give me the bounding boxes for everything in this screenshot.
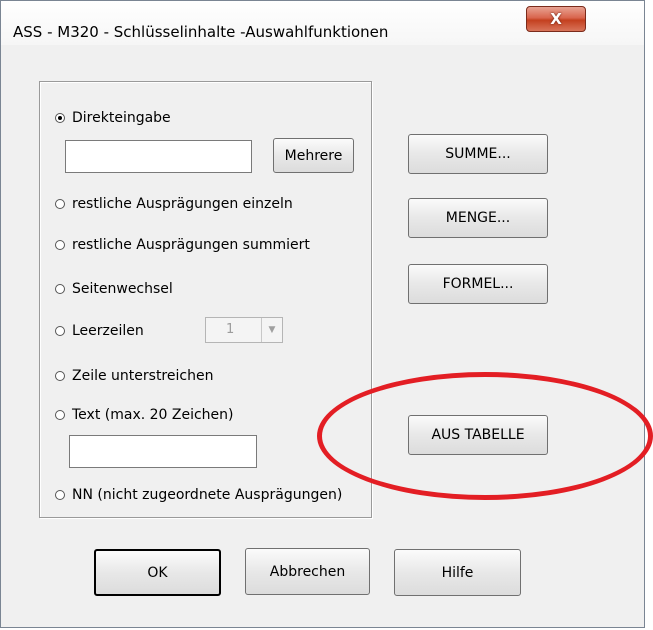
close-button[interactable]: X xyxy=(526,6,586,32)
radio-label: NN (nicht zugeordnete Ausprägungen) xyxy=(72,487,343,503)
abbrechen-button[interactable]: Abbrechen xyxy=(245,548,370,595)
radio-unterstreichen[interactable]: Zeile unterstreichen xyxy=(55,368,213,384)
radio-label: Leerzeilen xyxy=(72,323,144,339)
aus-tabelle-button[interactable]: AUS TABELLE xyxy=(408,415,548,455)
radio-unchecked-icon xyxy=(55,326,65,336)
ok-button[interactable]: OK xyxy=(94,549,221,596)
radio-unchecked-icon xyxy=(55,490,65,500)
close-icon: X xyxy=(550,10,562,28)
radio-direkteingabe[interactable]: Direkteingabe xyxy=(55,110,171,126)
radio-label: Zeile unterstreichen xyxy=(72,368,214,384)
radio-summiert[interactable]: restliche Ausprägungen summiert xyxy=(55,237,310,253)
mehrere-button[interactable]: Mehrere xyxy=(273,138,354,173)
radio-einzeln[interactable]: restliche Ausprägungen einzeln xyxy=(55,196,293,212)
dialog-window: ASS - M320 - Schlüsselinhalte -Auswahlfu… xyxy=(0,0,645,628)
radio-seitenwechsel[interactable]: Seitenwechsel xyxy=(55,281,173,297)
radio-label: Text (max. 20 Zeichen) xyxy=(72,407,234,423)
title-bar[interactable]: ASS - M320 - Schlüsselinhalte -Auswahlfu… xyxy=(1,1,644,45)
formel-button[interactable]: FORMEL... xyxy=(408,264,548,304)
radio-unchecked-icon xyxy=(55,410,65,420)
summe-button[interactable]: SUMME... xyxy=(408,134,548,174)
radio-label: restliche Ausprägungen einzeln xyxy=(72,196,293,212)
radio-label: Direkteingabe xyxy=(72,110,171,126)
direkteingabe-input[interactable] xyxy=(65,140,252,173)
text-input[interactable] xyxy=(69,435,257,468)
chevron-down-icon[interactable]: ▼ xyxy=(261,318,282,342)
radio-label: Seitenwechsel xyxy=(72,281,173,297)
radio-unchecked-icon xyxy=(55,371,65,381)
radio-leerzeilen[interactable]: Leerzeilen xyxy=(55,323,144,339)
radio-label: restliche Ausprägungen summiert xyxy=(72,237,310,253)
leerzeilen-value: 1 xyxy=(226,322,235,337)
hilfe-button[interactable]: Hilfe xyxy=(394,549,521,596)
radio-unchecked-icon xyxy=(55,199,65,209)
radio-unchecked-icon xyxy=(55,240,65,250)
radio-checked-icon xyxy=(55,113,65,123)
menge-button[interactable]: MENGE... xyxy=(408,198,548,238)
leerzeilen-select[interactable]: 1 ▼ xyxy=(205,317,283,343)
radio-unchecked-icon xyxy=(55,284,65,294)
radio-nn[interactable]: NN (nicht zugeordnete Ausprägungen) xyxy=(55,487,342,503)
radio-text[interactable]: Text (max. 20 Zeichen) xyxy=(55,407,234,423)
window-title: ASS - M320 - Schlüsselinhalte -Auswahlfu… xyxy=(13,23,389,41)
